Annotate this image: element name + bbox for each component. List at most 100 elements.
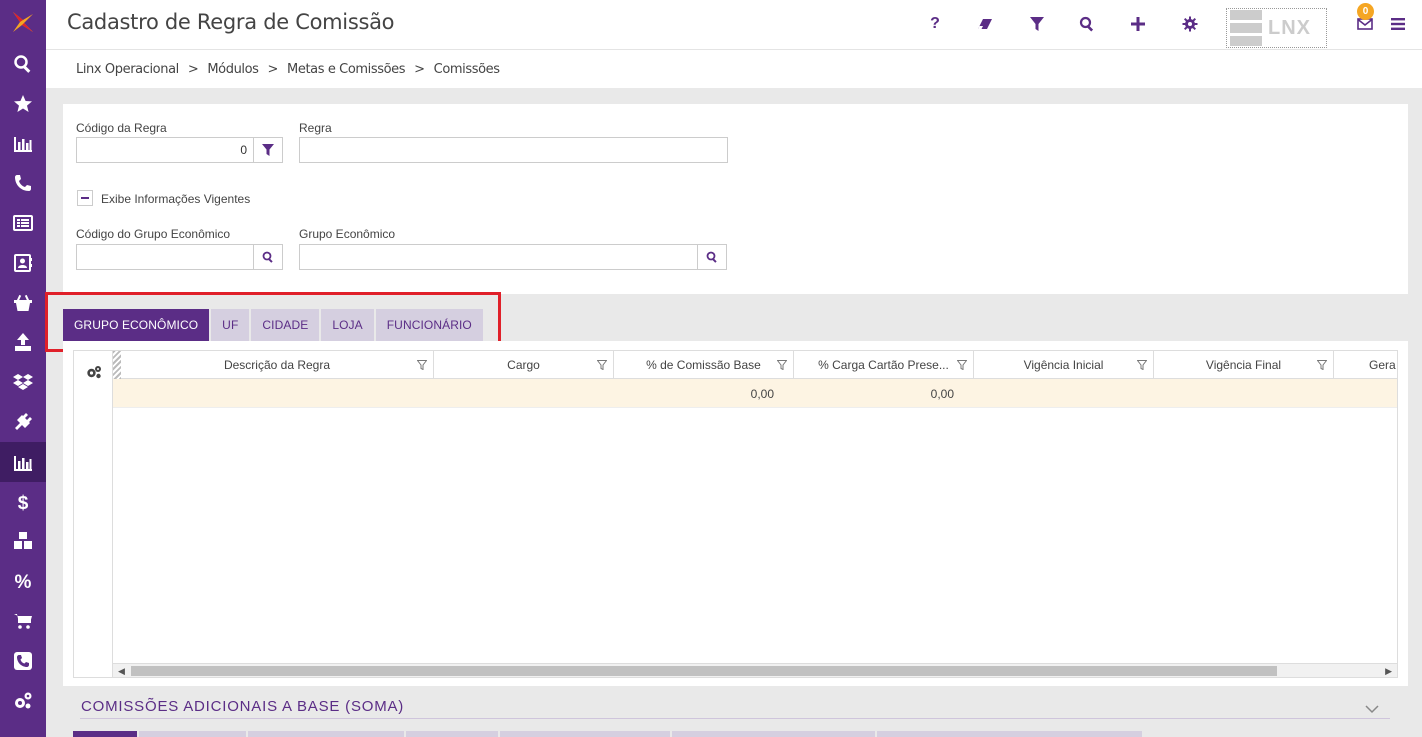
table-row[interactable]: 0,00 0,00	[113, 379, 1397, 408]
scroll-left-arrow-icon[interactable]: ◀	[118, 664, 125, 677]
sidebar-item-products[interactable]	[0, 522, 46, 562]
cell-descricao	[113, 379, 433, 408]
codigo-regra-input[interactable]: 0	[76, 137, 254, 163]
column-header-label: Gera	[1369, 358, 1396, 372]
search-icon	[706, 251, 717, 263]
column-resize-handle[interactable]	[113, 351, 121, 379]
breadcrumb-separator: >	[187, 61, 199, 77]
app-logo[interactable]	[0, 0, 46, 44]
sidebar-item-contact[interactable]	[0, 641, 46, 681]
codigo-regra-filter-button[interactable]	[253, 137, 283, 163]
sidebar-item-integrations[interactable]	[0, 402, 46, 442]
upload-icon	[15, 333, 31, 352]
breadcrumb-item[interactable]: Módulos	[207, 62, 259, 77]
column-carga-cartao[interactable]: % Carga Cartão Prese...	[794, 351, 974, 379]
column-filter-icon[interactable]	[417, 360, 427, 370]
codigo-grupo-label: Código do Grupo Econômico	[76, 227, 231, 241]
column-filter-icon[interactable]	[777, 360, 787, 370]
notification-badge: 0	[1357, 3, 1374, 20]
horizontal-scrollbar[interactable]: ◀ ▶	[113, 663, 1397, 677]
column-gera[interactable]: Gera	[1334, 351, 1397, 379]
section-divider	[80, 718, 1390, 719]
sidebar-item-contacts[interactable]	[0, 243, 46, 283]
section-title: COMISSÕES ADICIONAIS A BASE (SOMA)	[81, 698, 405, 715]
section-tab-bar	[73, 731, 1142, 737]
company-logo: LNX	[1226, 8, 1327, 48]
grid-panel: Descrição da Regra Cargo % de Comissão B…	[63, 341, 1408, 686]
sidebar-item-percent[interactable]: %	[0, 561, 46, 601]
grupo-search-button[interactable]	[697, 244, 727, 270]
logo-bars	[1230, 10, 1262, 46]
data-grid: Descrição da Regra Cargo % de Comissão B…	[73, 350, 1398, 678]
help-button[interactable]: ?	[923, 12, 947, 36]
breadcrumb-item[interactable]: Linx Operacional	[76, 62, 179, 77]
regra-input[interactable]	[299, 137, 728, 163]
eraser-button[interactable]	[973, 12, 997, 36]
section-tab[interactable]	[73, 731, 137, 737]
breadcrumb-item[interactable]: Comissões	[434, 62, 500, 77]
column-header-label: Cargo	[507, 358, 540, 372]
section-tab[interactable]	[248, 731, 404, 737]
bar-chart-icon	[14, 455, 32, 471]
gears-icon[interactable]	[86, 365, 102, 379]
cell-comissao-base: 0,00	[750, 386, 774, 401]
menu-button[interactable]	[1386, 12, 1410, 36]
sidebar-item-settings[interactable]	[0, 681, 46, 721]
section-tab[interactable]	[406, 731, 498, 737]
sidebar-item-cart[interactable]	[0, 601, 46, 641]
column-vigencia-final[interactable]: Vigência Final	[1154, 351, 1334, 379]
exibe-vigentes-checkbox[interactable]	[77, 190, 93, 206]
column-filter-icon[interactable]	[597, 360, 607, 370]
section-tab[interactable]	[672, 731, 875, 737]
column-filter-icon[interactable]	[957, 360, 967, 370]
sidebar-item-commissions[interactable]	[0, 441, 46, 482]
grupo-label: Grupo Econômico	[299, 227, 396, 241]
settings-button[interactable]	[1178, 12, 1202, 36]
column-filter-icon[interactable]	[1137, 360, 1147, 370]
sidebar-item-list[interactable]	[0, 203, 46, 243]
section-tab[interactable]	[500, 731, 670, 737]
filter-button[interactable]	[1025, 12, 1049, 36]
search-button[interactable]	[1075, 12, 1099, 36]
column-comissao-base[interactable]: % de Comissão Base	[614, 351, 794, 379]
sidebar-item-basket[interactable]	[0, 283, 46, 323]
breadcrumb-item[interactable]: Metas e Comissões	[287, 62, 405, 77]
hamburger-menu-icon	[1391, 18, 1405, 30]
section-tab[interactable]	[877, 731, 1142, 737]
gear-icon	[1182, 16, 1198, 32]
gears-icon	[15, 692, 32, 709]
cart-icon	[14, 614, 32, 629]
filter-icon	[1030, 17, 1044, 31]
sidebar-item-finance[interactable]: $	[0, 482, 46, 522]
column-descricao[interactable]: Descrição da Regra	[121, 351, 434, 379]
add-button[interactable]	[1126, 12, 1150, 36]
column-filter-icon[interactable]	[1317, 360, 1327, 370]
sidebar-item-search[interactable]	[0, 44, 46, 84]
sidebar-item-reports[interactable]	[0, 124, 46, 164]
codigo-grupo-search-button[interactable]	[253, 244, 283, 270]
column-header-label: Descrição da Regra	[223, 358, 331, 372]
scroll-right-arrow-icon[interactable]: ▶	[1385, 664, 1392, 677]
breadcrumb-separator: >	[414, 61, 425, 77]
column-cargo[interactable]: Cargo	[434, 351, 614, 379]
exibe-vigentes-label: Exibe Informações Vigentes	[101, 192, 251, 206]
cubes-icon	[14, 532, 32, 550]
column-header-label: % de Comissão Base	[646, 358, 761, 372]
scrollbar-thumb[interactable]	[131, 666, 1277, 676]
linx-logo-icon	[13, 12, 33, 32]
chevron-down-icon[interactable]	[1365, 702, 1379, 716]
search-icon	[14, 55, 31, 73]
sidebar-item-dropbox[interactable]	[0, 362, 46, 402]
sidebar-item-favorites[interactable]	[0, 84, 46, 124]
codigo-grupo-input[interactable]	[76, 244, 254, 270]
column-vigencia-inicial[interactable]: Vigência Inicial	[974, 351, 1154, 379]
sidebar-item-phone[interactable]	[0, 163, 46, 203]
grupo-input[interactable]	[299, 244, 699, 270]
phone-square-icon	[14, 651, 32, 670]
section-tab[interactable]	[139, 731, 246, 737]
logo-text: LNX	[1268, 16, 1311, 39]
regra-label: Regra	[299, 121, 332, 135]
codigo-regra-label: Código da Regra	[76, 121, 167, 135]
sidebar-item-upload[interactable]	[0, 323, 46, 363]
grid-settings-column	[74, 351, 113, 677]
